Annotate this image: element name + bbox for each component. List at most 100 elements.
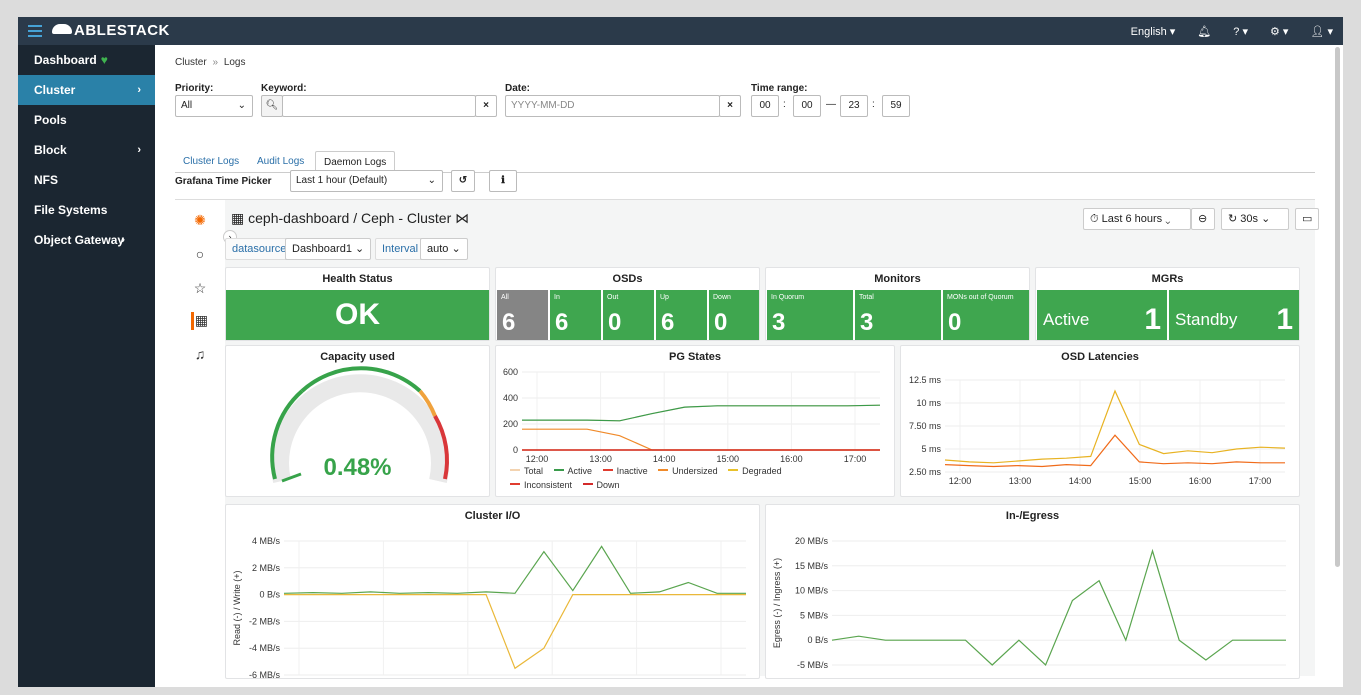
- chevron-right-icon: ›: [137, 84, 141, 96]
- x-tick-label: 16:00: [625, 679, 648, 680]
- osds-out-stat: Out 0: [603, 290, 654, 340]
- datasource-select[interactable]: Dashboard1 ⌄: [285, 238, 372, 260]
- y-tick-label: 7.50 ms: [909, 421, 942, 431]
- ingress-panel: In-/Egress 20 MB/s 15 MB/s 10 MB/s 5 MB/s 0 …: [765, 504, 1300, 679]
- keyword-input[interactable]: [282, 95, 476, 117]
- mgrs-standby-stat: Standby 1: [1169, 290, 1299, 340]
- user-icon[interactable]: 👤︎ ▾: [1310, 25, 1333, 38]
- legend-swatch-degraded: [728, 469, 739, 471]
- grafana-logo-icon[interactable]: ✺: [191, 212, 209, 230]
- series-line-1: [284, 594, 746, 670]
- y-tick-label: 20 MB/s: [795, 536, 829, 546]
- gear-icon[interactable]: ⚙ ▾: [1270, 25, 1288, 38]
- x-tick-label: 14:00: [457, 679, 480, 680]
- dashboards-icon[interactable]: ▦: [191, 312, 209, 330]
- page-scrollbar[interactable]: [1335, 47, 1340, 567]
- y-tick-label: 2.50 ms: [909, 467, 942, 477]
- reset-icon[interactable]: ↺: [451, 170, 475, 192]
- y-tick-label: 12.5 ms: [909, 375, 942, 385]
- sidebar-item-dashboard[interactable]: Dashboard ♥: [18, 45, 155, 75]
- legend-swatch-down: [582, 483, 593, 485]
- sidebar-item-block[interactable]: Block ›: [18, 135, 155, 165]
- language-selector[interactable]: English ▾: [1131, 25, 1176, 38]
- sidebar-item-file-systems[interactable]: File Systems: [18, 195, 155, 225]
- tab-cluster-logs[interactable]: Cluster Logs: [175, 151, 247, 173]
- grafana-time-select[interactable]: Last 1 hour (Default) ⌄: [290, 170, 443, 192]
- cluster-io-panel: Cluster I/O 4 MB/s 2 MB/s 0 B/s -2 MB/s -4 M…: [225, 504, 760, 680]
- y-tick-label: 0 B/s: [807, 635, 828, 645]
- monitors-out-of-quorum-stat: MONs out of Quorum 0: [943, 290, 1029, 340]
- series-line-0: [944, 389, 1286, 464]
- interval-label: Interval: [375, 238, 426, 260]
- y-tick-label: 5 MB/s: [800, 610, 829, 620]
- pg-states-legend: Total Active Inactive Undersized Degrade…: [502, 464, 887, 492]
- x-tick-label: 12:00: [949, 476, 972, 486]
- zoom-out-icon[interactable]: ⊖: [1191, 208, 1215, 230]
- series-line-0: [831, 548, 1286, 667]
- grafana-frame: ✺ ○ ☆ ▦ ♫ › ▦ ceph-dashboard / Ceph - Cl…: [175, 199, 1319, 680]
- priority-select[interactable]: All ⌄: [175, 95, 253, 117]
- help-icon[interactable]: ? ▾: [1233, 25, 1248, 38]
- date-input[interactable]: YYYY-MM-DD: [505, 95, 720, 117]
- time-to-minute[interactable]: 59: [882, 95, 910, 117]
- share-icon[interactable]: ⋈: [455, 210, 469, 226]
- legend-inactive[interactable]: Inactive: [617, 466, 648, 476]
- star-icon[interactable]: ☆: [191, 280, 209, 298]
- time-range-label: Time range:: [751, 83, 808, 94]
- legend-undersized[interactable]: Undersized: [672, 466, 718, 476]
- x-tick-label: 17:00: [710, 679, 733, 680]
- main-content: Cluster » Logs Priority: All ⌄ Keyword: 🔍…: [155, 45, 1343, 687]
- info-icon[interactable]: ℹ: [489, 170, 517, 192]
- health-status-value: OK: [226, 290, 489, 340]
- sidebar-item-pools[interactable]: Pools: [18, 105, 155, 135]
- x-tick-label: 14:00: [653, 454, 676, 464]
- time-to-hour[interactable]: 23: [840, 95, 868, 117]
- refresh-picker[interactable]: ↻ 30s ⌄: [1221, 208, 1289, 230]
- brand-logo[interactable]: ABLESTACK: [52, 22, 170, 39]
- time-from-minute[interactable]: 00: [793, 95, 821, 117]
- dashboard-folder[interactable]: ceph-dashboard: [248, 210, 349, 226]
- osds-all-stat: All 6: [497, 290, 548, 340]
- legend-inconsistent[interactable]: Inconsistent: [524, 480, 572, 490]
- breadcrumb-cluster[interactable]: Cluster: [175, 57, 207, 68]
- legend-active[interactable]: Active: [568, 466, 593, 476]
- panel-title: Monitors: [874, 273, 921, 285]
- interval-select[interactable]: auto ⌄: [420, 238, 468, 260]
- x-tick-label: 16:00: [780, 454, 803, 464]
- time-from-hour[interactable]: 00: [751, 95, 779, 117]
- mgrs-active-stat: Active 1: [1037, 290, 1167, 340]
- health-status-panel: Health Status OK: [225, 267, 490, 341]
- legend-total[interactable]: Total: [524, 466, 543, 476]
- date-clear-button[interactable]: ×: [719, 95, 741, 117]
- breadcrumb: Cluster » Logs: [175, 57, 246, 68]
- series-line-1: [944, 434, 1285, 468]
- x-tick-label: 17:00: [1249, 476, 1272, 486]
- y-tick-label: 0 B/s: [259, 590, 280, 600]
- x-tick-label: 17:00: [844, 454, 867, 464]
- alert-bell-icon[interactable]: ♫: [191, 346, 209, 364]
- panel-title: Health Status: [322, 273, 393, 285]
- keyword-clear-button[interactable]: ×: [475, 95, 497, 117]
- legend-degraded[interactable]: Degraded: [742, 466, 782, 476]
- menu-toggle-icon[interactable]: [28, 25, 42, 37]
- time-range-picker[interactable]: ⏱ Last 6 hours ⌄: [1083, 208, 1191, 230]
- capacity-panel: Capacity used 0.48%: [225, 345, 490, 497]
- search-icon[interactable]: ○: [191, 246, 209, 264]
- chevron-down-icon: ⌄: [427, 175, 436, 186]
- sidebar-item-cluster[interactable]: Cluster ›: [18, 75, 155, 105]
- osds-in-stat: In 6: [550, 290, 601, 340]
- sidebar-item-object-gateway[interactable]: Object Gateway ›: [18, 225, 155, 255]
- osds-up-stat: Up 6: [656, 290, 707, 340]
- x-tick-label: 12:00: [288, 679, 311, 680]
- y-axis-label: Read (-) / Write (+): [232, 570, 242, 645]
- legend-down[interactable]: Down: [597, 480, 620, 490]
- chevron-right-icon: ›: [137, 144, 141, 156]
- legend-swatch-active: [553, 469, 564, 471]
- sidebar-item-nfs[interactable]: NFS: [18, 165, 155, 195]
- tv-mode-icon[interactable]: ▭: [1295, 208, 1319, 230]
- x-tick-label: 12:00: [526, 454, 549, 464]
- dashboard-name[interactable]: / Ceph - Cluster: [353, 210, 451, 226]
- series-line-0: [283, 545, 746, 594]
- notification-icon[interactable]: 🔔︎: [1197, 25, 1211, 38]
- panel-title: PG States: [669, 351, 721, 363]
